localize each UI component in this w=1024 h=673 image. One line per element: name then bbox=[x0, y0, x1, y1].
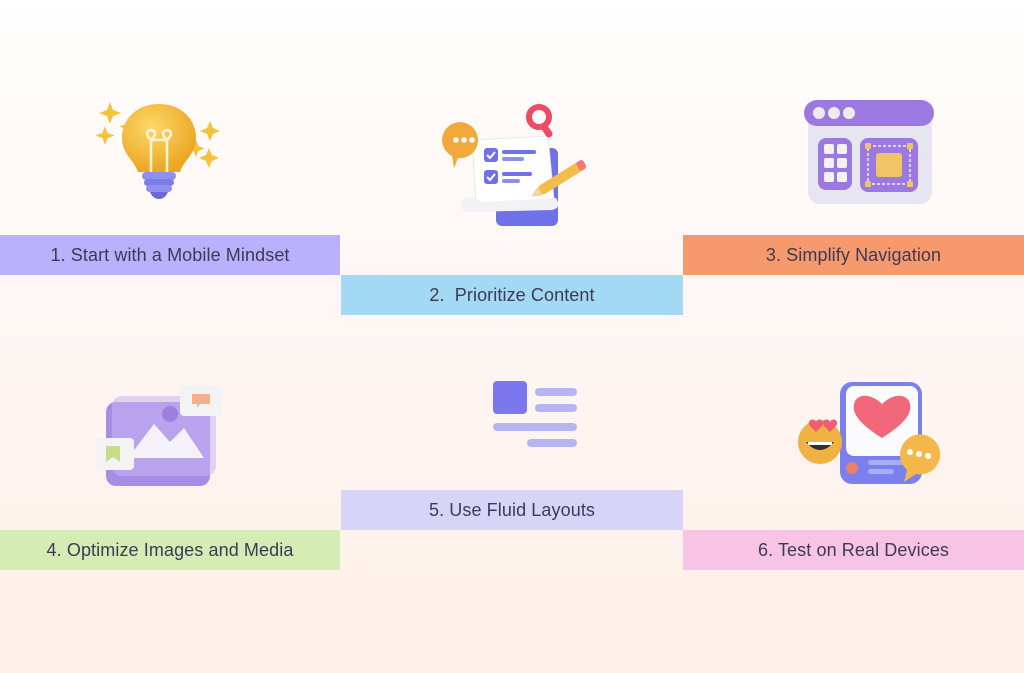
step-5-banner: 5. Use Fluid Layouts bbox=[341, 490, 683, 530]
step-6-banner: 6. Test on Real Devices bbox=[683, 530, 1024, 570]
step-5-label: 5. Use Fluid Layouts bbox=[428, 499, 596, 520]
step-4-banner: 4. Optimize Images and Media bbox=[0, 530, 340, 570]
step-2-label: 2. Prioritize Content bbox=[429, 284, 595, 305]
phone-heart-icon bbox=[796, 376, 946, 486]
lightbulb-icon bbox=[92, 96, 227, 206]
checklist-document-icon bbox=[436, 100, 596, 230]
browser-window-layout-icon bbox=[802, 98, 938, 208]
step-1-label: 1. Start with a Mobile Mindset bbox=[50, 244, 290, 265]
step-2-banner: 2. Prioritize Content bbox=[341, 275, 683, 315]
image-gallery-icon bbox=[92, 382, 232, 492]
step-6-label: 6. Test on Real Devices bbox=[757, 539, 950, 560]
step-1-banner: 1. Start with a Mobile Mindset bbox=[0, 235, 340, 275]
step-4-label: 4. Optimize Images and Media bbox=[46, 539, 294, 560]
fluid-layout-icon bbox=[490, 378, 590, 453]
step-3-banner: 3. Simplify Navigation bbox=[683, 235, 1024, 275]
step-3-label: 3. Simplify Navigation bbox=[765, 244, 942, 265]
